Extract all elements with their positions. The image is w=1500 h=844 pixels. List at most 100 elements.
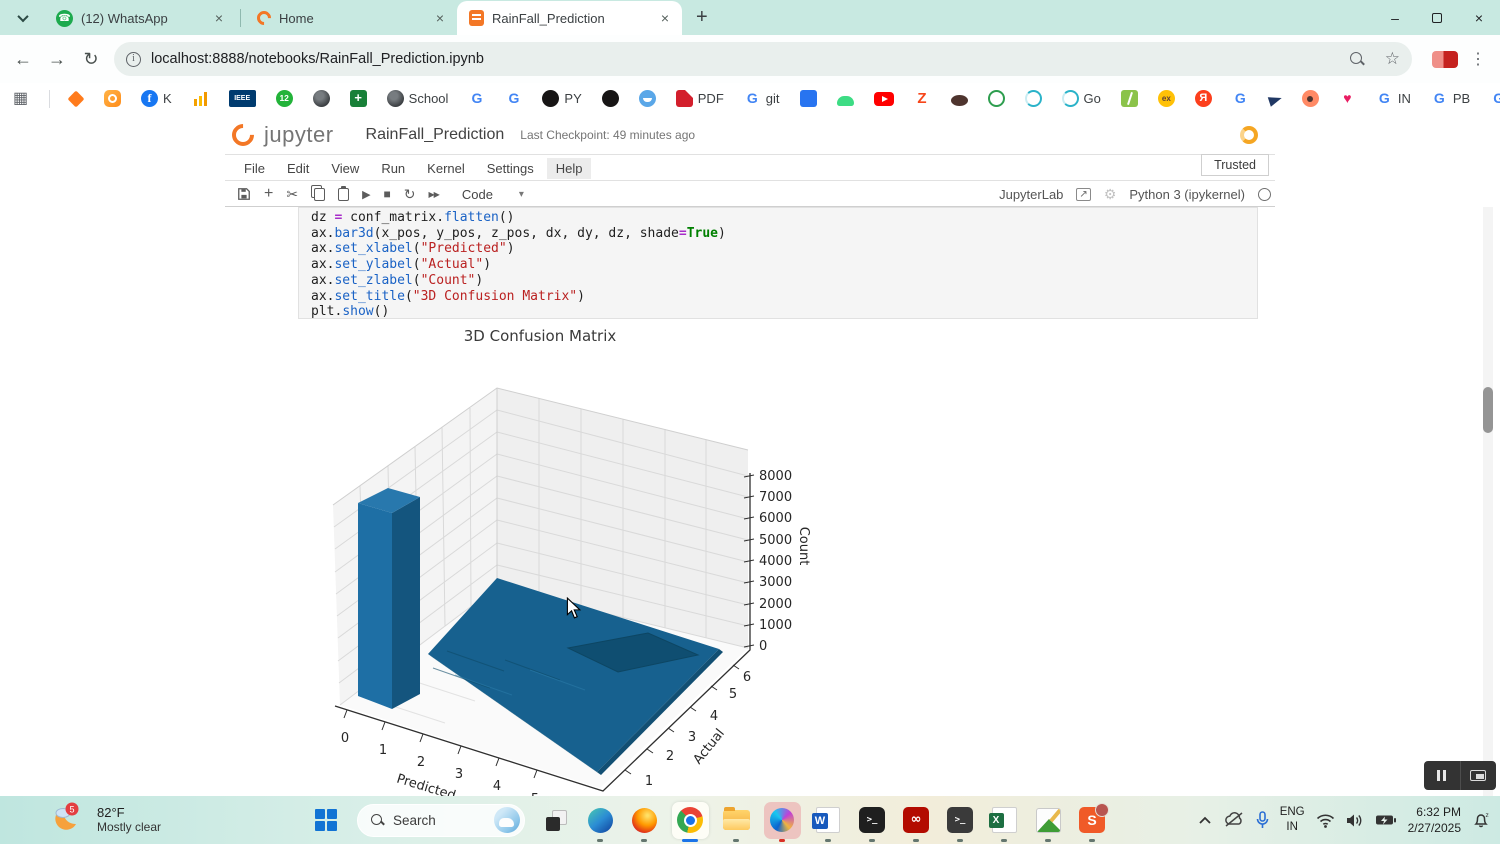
bookmark-go[interactable]: Go [1062, 90, 1101, 107]
jupyter-logo-icon[interactable] [227, 119, 258, 150]
menu-help[interactable]: Help [547, 158, 592, 179]
bookmark-github-py[interactable]: PY [542, 90, 581, 107]
tray-overflow-button[interactable] [1198, 816, 1212, 825]
trusted-button[interactable]: Trusted [1201, 154, 1269, 176]
browser-menu-icon[interactable]: ⋮ [1470, 49, 1486, 69]
tab-rainfall-prediction[interactable]: RainFall_Prediction × [457, 1, 682, 35]
back-button[interactable]: ← [6, 49, 40, 70]
firefox-app[interactable] [623, 796, 665, 844]
paste-cell-button[interactable] [338, 188, 349, 201]
bookmark-google-1[interactable]: G [468, 90, 485, 107]
menu-view[interactable]: View [322, 158, 368, 179]
microphone-icon[interactable] [1256, 811, 1269, 829]
notebook-title[interactable]: RainFall_Prediction [366, 126, 505, 144]
picture-in-picture-button[interactable] [1460, 761, 1497, 790]
bookmark-swirl-1[interactable] [1025, 90, 1042, 107]
copy-cell-button[interactable] [311, 188, 325, 201]
menu-file[interactable]: File [235, 158, 274, 179]
tab-home[interactable]: Home × [245, 1, 457, 35]
run-cell-button[interactable]: ▶ [362, 188, 370, 201]
scrollbar-track[interactable] [1483, 207, 1493, 796]
bookmark-git[interactable]: Ggit [744, 90, 780, 107]
sublime-app[interactable]: S [1071, 796, 1113, 844]
bookmark-camera[interactable] [104, 90, 121, 107]
bookmark-yandex[interactable]: Я [1195, 90, 1212, 107]
bookmark-pb[interactable]: GPB [1431, 90, 1470, 107]
close-button[interactable]: × [1458, 10, 1500, 26]
copilot-app[interactable] [759, 796, 805, 844]
menu-kernel[interactable]: Kernel [418, 158, 474, 179]
start-button[interactable] [305, 796, 347, 844]
clock[interactable]: 6:32 PM2/27/2025 [1408, 804, 1461, 836]
forward-button[interactable]: → [40, 49, 74, 70]
bookmark-flipkart[interactable] [800, 90, 817, 107]
gear-icon[interactable]: ⚙ [1104, 186, 1117, 203]
bookmark-classroom[interactable] [350, 90, 367, 107]
jupyter-logo-text[interactable]: jupyter [264, 122, 334, 148]
tab-whatsapp[interactable]: ☎ (12) WhatsApp × [44, 1, 236, 35]
volume-icon[interactable] [1346, 813, 1364, 828]
menu-run[interactable]: Run [372, 158, 414, 179]
bookmark-ex[interactable]: ex [1158, 90, 1175, 107]
address-bar[interactable]: i localhost:8888/notebooks/RainFall_Pred… [114, 42, 1412, 76]
file-explorer-app[interactable] [715, 796, 757, 844]
bookmark-pc[interactable]: GPC [1490, 90, 1500, 107]
edge-app[interactable] [579, 796, 621, 844]
bookmark-ieee[interactable]: IEEE [229, 90, 256, 107]
bookmark-analytics[interactable] [192, 90, 209, 107]
bookmark-star-icon[interactable]: ☆ [1385, 49, 1400, 69]
bookmark-eye[interactable] [1302, 90, 1319, 107]
bookmark-leaf[interactable] [1121, 90, 1138, 107]
bookmark-zerodha[interactable]: Z [914, 90, 931, 107]
command-prompt-app[interactable]: >_ [939, 796, 981, 844]
weather-widget[interactable]: 5 82°F Mostly clear [50, 800, 161, 838]
restart-run-all-button[interactable]: ▶▶ [429, 190, 439, 199]
onedrive-paused-icon[interactable] [1223, 812, 1245, 828]
cut-cell-button[interactable]: ✂ [286, 186, 298, 203]
acrobat-app[interactable]: ∞ [895, 796, 937, 844]
zoom-out-icon[interactable] [1349, 51, 1365, 67]
bookmark-whatsapp[interactable]: 12 [276, 90, 293, 107]
notification-bell-icon[interactable]: z [1472, 811, 1490, 829]
word-app[interactable] [807, 796, 849, 844]
wifi-icon[interactable] [1316, 813, 1335, 828]
tab-search-button[interactable] [10, 5, 36, 31]
external-link-icon[interactable]: ↗ [1076, 188, 1090, 201]
cell-type-select[interactable]: Code▾ [462, 187, 524, 202]
bookmark-google-3[interactable]: G [1232, 90, 1249, 107]
maximize-button[interactable] [1416, 10, 1458, 26]
menu-settings[interactable]: Settings [478, 158, 543, 179]
kernel-name[interactable]: Python 3 (ipykernel) [1129, 187, 1245, 202]
bookmark-in[interactable]: GIN [1376, 90, 1411, 107]
tab-close-icon[interactable]: × [212, 10, 226, 26]
bookmark-whale[interactable] [639, 90, 656, 107]
task-view-button[interactable] [535, 796, 577, 844]
bookmark-arrow[interactable] [1269, 92, 1282, 105]
bookmark-youtube[interactable] [874, 91, 894, 106]
bookmark-globe-dark[interactable] [313, 90, 330, 107]
pause-button[interactable] [1424, 761, 1460, 790]
bookmark-kite[interactable] [68, 91, 84, 107]
excel-app[interactable] [983, 796, 1025, 844]
bookmark-dark-site[interactable] [602, 90, 619, 107]
battery-icon[interactable] [1375, 814, 1397, 826]
bookmark-school[interactable]: School [387, 90, 449, 107]
language-indicator[interactable]: ENGIN [1280, 805, 1305, 835]
site-info-icon[interactable]: i [126, 52, 141, 67]
bookmark-heart[interactable] [1339, 90, 1356, 107]
bookmark-google-2[interactable]: G [505, 90, 522, 107]
bookmark-bean[interactable] [951, 92, 968, 106]
tab-close-icon[interactable]: × [658, 10, 672, 26]
tab-close-icon[interactable]: × [433, 10, 447, 26]
photo-editor-app[interactable] [1027, 796, 1069, 844]
taskbar-search[interactable]: Search [357, 804, 525, 837]
new-tab-button[interactable]: + [696, 6, 708, 29]
restart-kernel-button[interactable]: ↻ [404, 186, 416, 203]
bookmark-facebook[interactable]: fK [141, 90, 172, 107]
bookmark-android[interactable] [837, 92, 854, 106]
code-cell[interactable]: dz = conf_matrix.flatten()ax.bar3d(x_pos… [298, 207, 1258, 319]
terminal-app[interactable]: >_ [851, 796, 893, 844]
reload-button[interactable]: ↻ [74, 49, 108, 70]
chrome-app[interactable] [667, 796, 713, 844]
extension-icon[interactable] [1432, 51, 1458, 68]
